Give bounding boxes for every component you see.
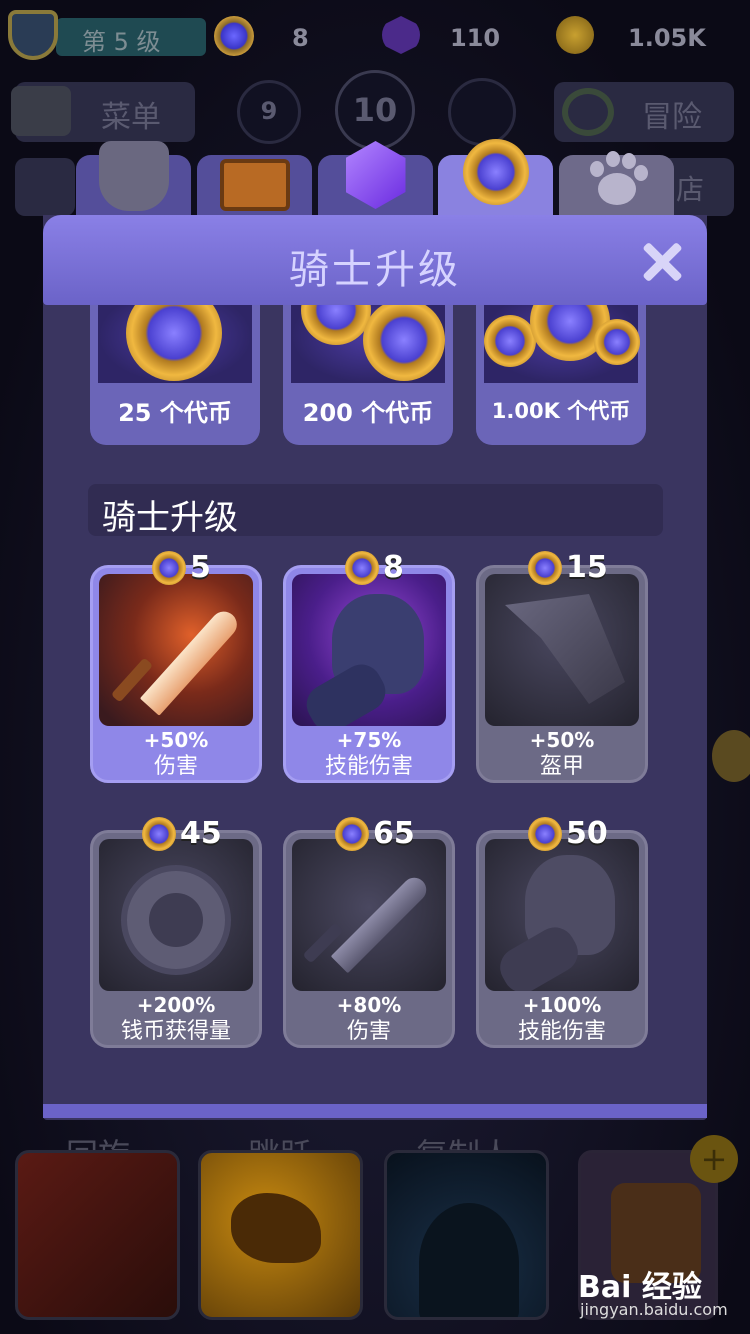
menu-button[interactable]: 菜单 [11,82,195,142]
upgrade-card-coin-gain[interactable]: +200% 钱币获得量 [90,830,262,1048]
upgrade-card-skill-damage[interactable]: +75% 技能伤害 [283,565,455,783]
tab-tokens[interactable] [438,139,553,217]
boss-skull-icon [448,78,516,146]
token-pack-medium[interactable]: 200 个代币 [283,275,453,445]
add-skill-icon[interactable]: + [690,1135,738,1183]
adventure-button[interactable]: 冒险 [554,82,734,142]
clone-face-icon [419,1203,519,1317]
stage-current: 10 [335,70,415,150]
upgrade-card-skill-damage-2[interactable]: +100% 技能伤害 [476,830,648,1048]
gold-coin-icon [556,16,594,54]
token-icon [528,550,562,585]
pack-label: 1.00K 个代币 [491,399,631,423]
close-icon[interactable] [640,240,684,284]
dialog-header: 骑士升级 [43,215,707,305]
upgrade-cost: 65 [335,816,415,851]
rank-shield-icon [8,10,58,60]
dialog-title: 骑士升级 [289,247,461,293]
gold-count: 1.05K [628,24,706,52]
tab-chest[interactable] [197,155,312,217]
pack-label: 200 个代币 [302,399,434,427]
tab-gems[interactable] [318,141,433,217]
armor-plate-icon [485,574,639,726]
token-icon [345,550,379,585]
upgrade-name: 技能伤害 [517,1019,606,1044]
token-icon [335,816,369,851]
upgrade-name: 钱币获得量 [120,1019,231,1044]
token-icon [484,315,536,367]
token-pack-art [484,281,640,383]
skull-coin-icon [99,839,253,991]
skill-whirl-button[interactable] [15,1150,180,1320]
shop-label: 店 [676,173,705,206]
upgrade-card-armor[interactable]: +50% 盔甲 [476,565,648,783]
treasure-chest-icon [219,159,290,211]
upgrade-name: 伤害 [346,1019,391,1044]
upgrade-name: 盔甲 [539,754,584,779]
skill-clone-button[interactable] [384,1150,549,1320]
token-icon [152,550,186,585]
watermark-url: jingyan.baidu.com [580,1300,728,1319]
token-icon [594,319,640,365]
token-pack-art [291,275,445,383]
token-icon [462,139,529,205]
section-header: 骑士升级 [88,484,663,538]
knight-helmet-icon [11,86,71,136]
gold-coin-icon [712,730,750,782]
token-pack-large[interactable]: 1.00K 个代币 [476,281,646,445]
upgrade-cost: 15 [528,550,608,585]
token-icon [528,816,562,851]
gem-icon [382,16,420,54]
upgrade-name: 伤害 [153,754,198,779]
gauntlet-icon [292,574,446,726]
portal-icon [562,88,614,136]
token-count: 8 [292,24,309,52]
tab-pets[interactable] [559,151,674,217]
pack-label: 25 个代币 [118,399,232,427]
token-icon [142,816,176,851]
paw-icon [586,151,648,207]
token-pack-small[interactable]: 25 个代币 [90,285,260,445]
sword-icon [292,839,446,991]
gauntlet-icon [485,839,639,991]
skill-jump-button[interactable] [198,1150,363,1320]
upgrade-card-damage-2[interactable]: +80% 伤害 [283,830,455,1048]
top-hud: 第 5 级 8 110 1.05K [0,0,750,80]
gem-count: 110 [450,24,501,52]
level-text: 第 5 级 [82,28,161,56]
stage-prev: 9 [237,80,301,144]
token-pack-art [98,285,252,383]
level-badge: 第 5 级 [56,18,206,56]
section-title: 骑士升级 [102,498,238,538]
token-icon [214,16,254,56]
upgrade-cost: 5 [152,550,211,585]
adventure-label: 冒险 [642,100,702,135]
token-icon [363,299,445,381]
upgrade-cost: 8 [345,550,404,585]
tab-gear[interactable] [76,141,191,217]
upgrade-name: 技能伤害 [324,754,413,779]
dialog-footer [43,1104,707,1118]
stone-armor-icon [98,141,169,211]
menu-label: 菜单 [101,100,161,135]
sword-icon [99,574,253,726]
upgrade-card-damage[interactable]: +50% 伤害 [90,565,262,783]
upgrade-cost: 45 [142,816,222,851]
book-icon[interactable] [15,158,75,216]
jump-silhouette-icon [231,1193,321,1263]
upgrade-cost: 50 [528,816,608,851]
